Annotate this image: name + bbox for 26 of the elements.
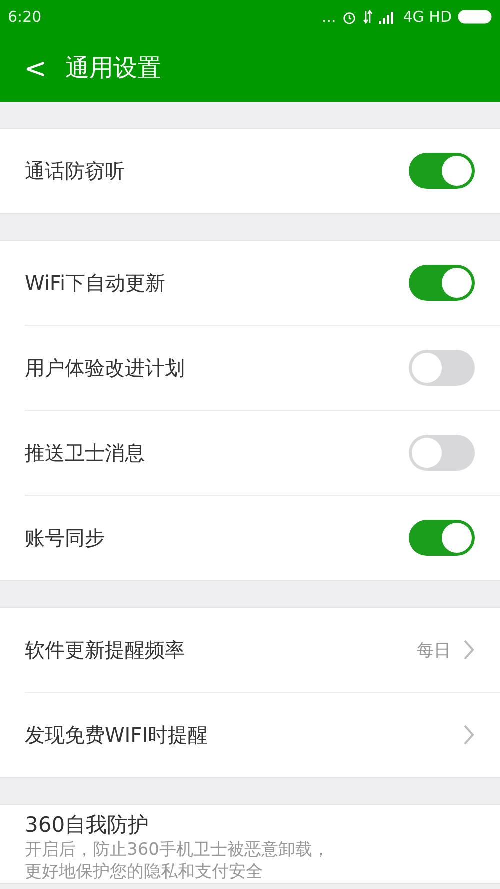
network-type: 4G HD — [403, 8, 452, 26]
setting-label[interactable]: 发现免费WIFI时提醒 — [25, 722, 208, 748]
toggle-switch[interactable] — [409, 520, 475, 556]
clock-time: 6:20 — [8, 8, 42, 26]
toggle-switch[interactable] — [409, 435, 475, 471]
toggle-switch[interactable] — [409, 153, 475, 189]
setting-value: 每日 — [417, 640, 451, 662]
setting-description: 更好地保护您的隐私和支付安全 — [25, 861, 264, 883]
alarm-icon — [342, 10, 358, 24]
setting-label: 账号同步 — [25, 524, 105, 552]
page-title: 通用设置 — [65, 53, 162, 84]
notification-dots: ... — [322, 8, 336, 26]
setting-label: WiFi下自动更新 — [25, 270, 166, 296]
data-arrows-icon — [363, 10, 374, 24]
setting-label: 用户体验改进计划 — [25, 354, 185, 382]
setting-label: 通话防窃听 — [25, 158, 125, 184]
back-button[interactable]: < — [24, 52, 48, 84]
chevron-right-icon — [463, 724, 475, 746]
setting-description: 开启后，防止360手机卫士被恶意卸载， — [25, 839, 330, 861]
chevron-right-icon — [463, 639, 475, 661]
toggle-switch[interactable] — [409, 350, 475, 386]
setting-label: 360自我防护 — [25, 812, 150, 839]
setting-label: 推送卫士消息 — [25, 440, 145, 466]
battery-icon — [458, 10, 492, 24]
setting-label[interactable]: 软件更新提醒频率 — [25, 636, 185, 664]
toggle-switch[interactable] — [409, 265, 475, 301]
